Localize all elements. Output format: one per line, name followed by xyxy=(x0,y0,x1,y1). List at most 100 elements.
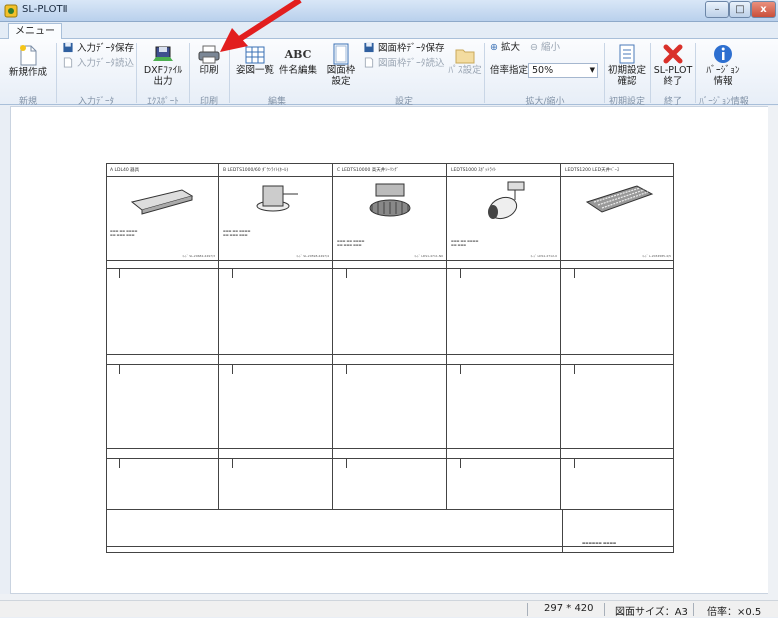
column-label: A LDL40 器具 xyxy=(110,168,140,173)
zoom-out-label: 縮小 xyxy=(541,42,561,53)
frame-icon xyxy=(333,43,349,65)
window-title: SL-PLOTⅡ xyxy=(22,4,68,15)
print-label: 印刷 xyxy=(199,65,219,76)
zoom-ratio-select[interactable]: 50% ▼ xyxy=(528,63,598,78)
ribbon: 新規作成 新規 入力ﾃﾞｰﾀ保存 入力ﾃﾞｰﾀ読込 入力ﾃﾞｰﾀ DXFﾌｧｲﾙ… xyxy=(0,39,778,107)
drawing-list-label: 姿図一覧 xyxy=(235,65,274,76)
frame-setting-label-2: 設定 xyxy=(331,76,351,87)
title-block-text: ▬▬▬▬▬▬ ▬▬▬▬ xyxy=(582,541,617,545)
zoom-out-button[interactable]: ⊖ 縮小 xyxy=(530,42,560,54)
frame-setting-button[interactable]: 図面枠 設定 xyxy=(326,43,356,87)
zoom-in-button[interactable]: ⊕ 拡大 xyxy=(490,42,520,54)
product-code: ｺｰﾄﾞ L-2034585-4/5 xyxy=(642,254,671,258)
version-label-1: ﾊﾞｰｼﾞｮﾝ xyxy=(706,65,740,76)
product-code: ｺｰﾄﾞ SL-20598-4497/4 xyxy=(296,254,329,258)
downlight-fixture-image xyxy=(256,185,298,212)
folder-icon xyxy=(455,49,475,64)
save-frame-label: 図面枠ﾃﾞｰﾀ保存 xyxy=(378,43,445,54)
sheet-rule xyxy=(107,260,673,261)
minimize-button[interactable]: – xyxy=(705,1,729,18)
row-markers xyxy=(107,268,673,278)
checklist-icon xyxy=(619,44,635,64)
group-divider xyxy=(604,43,605,103)
exit-label-2: 終了 xyxy=(663,76,683,87)
close-window-button[interactable]: x xyxy=(751,1,776,18)
drawing-list-button[interactable]: 姿図一覧 xyxy=(234,45,276,76)
dxf-export-icon xyxy=(153,46,173,61)
spec-text: ▬▬▬ ▬▬ ▬▬▬▬ ▬▬ ▬▬▬ ▬▬▬ xyxy=(110,229,138,237)
spec-text: ▬▬▬ ▬▬ ▬▬▬▬ ▬▬ ▬▬▬ ▬▬▬ xyxy=(337,239,365,247)
load-frame-label: 図面枠ﾃﾞｰﾀ読込 xyxy=(378,58,445,69)
tab-menu[interactable]: メニュー xyxy=(8,23,62,40)
dxf-output-button[interactable]: DXFﾌｧｲﾙ 出力 xyxy=(140,45,186,87)
chevron-down-icon: ▼ xyxy=(589,66,595,74)
dxf-label-1: DXFﾌｧｲﾙ xyxy=(143,65,183,76)
title-bar: SL-PLOTⅡ – □ x xyxy=(0,0,778,22)
drawing-sheet: A LDL40 器具 ▬▬▬ ▬▬ ▬▬▬▬ ▬▬ ▬▬▬ ▬▬▬ ｺｰﾄﾞ SL… xyxy=(106,163,674,553)
abc-text-icon: ABC xyxy=(284,48,312,61)
version-info-button[interactable]: ﾊﾞｰｼﾞｮﾝ 情報 xyxy=(700,43,746,87)
save-input-data-button[interactable]: 入力ﾃﾞｰﾀ保存 xyxy=(62,42,134,55)
save-input-label: 入力ﾃﾞｰﾀ保存 xyxy=(77,43,135,54)
spec-text: ▬▬▬ ▬▬ ▬▬▬▬ ▬▬ ▬▬▬ xyxy=(451,239,479,247)
initial-setting-label-1: 初期設定 xyxy=(607,65,646,76)
version-label-2: 情報 xyxy=(713,76,733,87)
vertical-scrollbar[interactable] xyxy=(768,106,778,594)
row-markers xyxy=(107,458,673,468)
exit-button[interactable]: SL-PLOT 終了 xyxy=(652,43,694,87)
new-document-icon xyxy=(20,45,37,66)
initial-setting-label-2: 確認 xyxy=(617,76,637,87)
close-x-icon xyxy=(663,44,683,64)
print-button[interactable]: 印刷 xyxy=(194,45,224,76)
product-code: ｺｰﾄﾞ LDS1-2712-0 xyxy=(530,254,557,258)
exit-label-1: SL-PLOT xyxy=(653,65,693,76)
frame-setting-label-1: 図面枠 xyxy=(326,65,356,76)
title-block-divider xyxy=(562,509,563,553)
info-icon xyxy=(714,45,732,63)
sheet-rule xyxy=(107,509,673,510)
path-setting-button[interactable]: ﾊﾟｽ設定 xyxy=(448,45,482,76)
status-divider xyxy=(527,603,528,616)
group-divider xyxy=(189,43,190,103)
zoom-out-icon: ⊖ xyxy=(530,42,538,53)
group-divider xyxy=(56,43,57,103)
open-icon xyxy=(364,57,374,68)
sheet-rule xyxy=(107,448,673,449)
name-edit-button[interactable]: ABC 件名編集 xyxy=(277,45,319,76)
printer-icon xyxy=(198,45,220,64)
name-edit-label: 件名編集 xyxy=(278,65,317,76)
new-button[interactable]: 新規作成 xyxy=(4,43,52,78)
linear-light-fixture-image xyxy=(130,189,194,215)
column-label: B LEDTS1000/60 ﾀﾞｳﾝﾗｲﾄ(ﾎｰﾙ) xyxy=(223,168,289,173)
save-frame-data-button[interactable]: 図面枠ﾃﾞｰﾀ保存 xyxy=(363,42,445,55)
spec-text: ▬▬▬ ▬▬ ▬▬▬▬ ▬▬ ▬▬▬ ▬▬▬ xyxy=(223,229,251,237)
grid-list-icon xyxy=(245,46,265,64)
save-icon xyxy=(364,42,374,53)
path-setting-label: ﾊﾟｽ設定 xyxy=(448,65,482,76)
group-divider xyxy=(229,43,230,103)
zoom-in-icon: ⊕ xyxy=(490,42,498,53)
product-code: ｺｰﾄﾞ SL-20682-4497/3 xyxy=(182,254,215,258)
status-divider xyxy=(604,603,605,616)
product-code: ｺｰﾄﾞ LDS1-4711-N0 xyxy=(414,254,443,258)
ribbon-tab-strip: メニュー xyxy=(0,22,778,40)
group-divider xyxy=(136,43,137,103)
dxf-label-2: 出力 xyxy=(153,76,173,87)
sheet-rule xyxy=(107,546,673,547)
load-input-data-button[interactable]: 入力ﾃﾞｰﾀ読込 xyxy=(62,57,134,70)
group-divider xyxy=(484,43,485,103)
high-bay-fixture-image xyxy=(369,183,411,217)
zoom-ratio-value: 50% xyxy=(532,65,554,76)
load-input-label: 入力ﾃﾞｰﾀ読込 xyxy=(77,58,135,69)
group-divider xyxy=(650,43,651,103)
zoom-ratio-label: 倍率指定 xyxy=(490,65,529,76)
save-icon xyxy=(63,42,73,53)
row-markers xyxy=(107,364,673,374)
new-label: 新規作成 xyxy=(8,67,47,78)
initial-setting-button[interactable]: 初期設定 確認 xyxy=(606,43,648,87)
sheet-rule xyxy=(107,354,673,355)
maximize-button[interactable]: □ xyxy=(729,1,751,18)
load-frame-data-button[interactable]: 図面枠ﾃﾞｰﾀ読込 xyxy=(363,57,445,70)
zoom-in-label: 拡大 xyxy=(501,42,521,53)
spotlight-fixture-image xyxy=(488,181,525,220)
